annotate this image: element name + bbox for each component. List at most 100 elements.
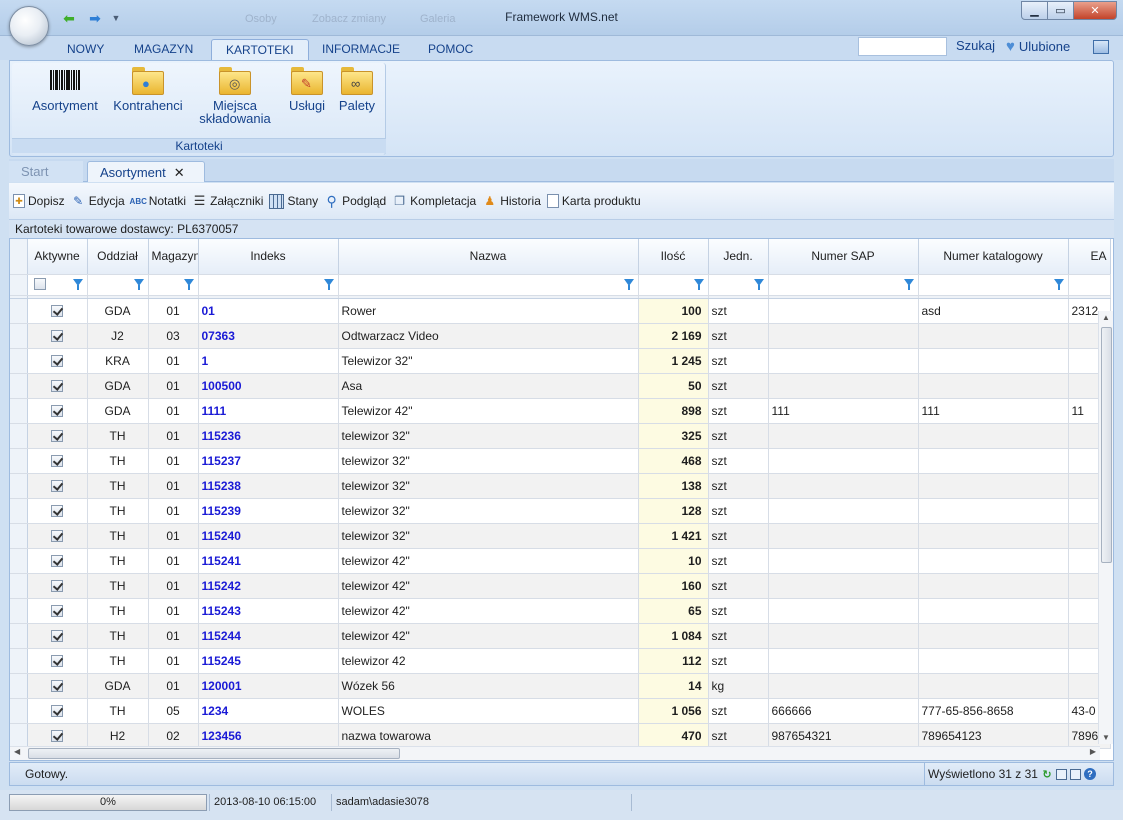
close-button[interactable]: ✕ [1073, 1, 1117, 20]
kontrahenci-button[interactable]: ● Kontrahenci [108, 67, 188, 112]
filter-icon[interactable] [623, 278, 634, 290]
row-selector[interactable] [10, 323, 28, 349]
tab-magazyn[interactable]: MAGAZYN [120, 39, 207, 60]
row-selector[interactable] [10, 598, 28, 624]
col-header-indeks[interactable]: Indeks [198, 239, 339, 275]
table-row[interactable]: GDA 01 120001 Wózek 56 14 kg [10, 673, 1111, 699]
active-cell[interactable] [27, 348, 88, 374]
row-selector[interactable] [10, 723, 28, 749]
active-cell[interactable] [27, 298, 88, 324]
filter-jedn[interactable] [708, 274, 769, 296]
index-cell[interactable]: 115239 [198, 498, 339, 524]
index-cell[interactable]: 115241 [198, 548, 339, 574]
zalaczniki-button[interactable]: ☰ Załączniki [192, 193, 264, 209]
row-selector[interactable] [10, 648, 28, 674]
table-row[interactable]: TH 01 115240 telewizor 32" 1 421 szt [10, 523, 1111, 549]
row-selector[interactable] [10, 698, 28, 724]
horizontal-scroll-thumb[interactable] [28, 748, 400, 759]
table-row[interactable]: TH 05 1234 WOLES 1 056 szt 666666 777-65… [10, 698, 1111, 724]
podglad-button[interactable]: ⚲ Podgląd [324, 193, 386, 209]
tab-start[interactable]: Start [9, 161, 83, 182]
active-checkbox[interactable] [51, 355, 63, 368]
active-cell[interactable] [27, 473, 88, 499]
notatki-button[interactable]: ABC Notatki [130, 194, 187, 209]
filter-nazwa[interactable] [338, 274, 639, 296]
active-checkbox[interactable] [51, 430, 63, 443]
filter-icon[interactable] [72, 278, 83, 290]
row-selector[interactable] [10, 573, 28, 599]
table-row[interactable]: GDA 01 100500 Asa 50 szt [10, 373, 1111, 399]
table-row[interactable]: GDA 01 01 Rower 100 szt asd 2312 [10, 298, 1111, 324]
col-header-magazyn[interactable]: Magazyn [148, 239, 199, 275]
kompletacja-button[interactable]: ❐ Kompletacja [392, 194, 476, 209]
miejsca-skladowania-button[interactable]: ◎ Miejsca składowania [192, 67, 278, 125]
table-row[interactable]: TH 01 115237 telewizor 32" 468 szt [10, 448, 1111, 474]
table-row[interactable]: GDA 01 1111 Telewizor 42" 898 szt 111 11… [10, 398, 1111, 424]
active-cell[interactable] [27, 623, 88, 649]
active-checkbox[interactable] [51, 705, 63, 718]
refresh-icon[interactable]: ↻ [1041, 768, 1053, 781]
active-checkbox[interactable] [51, 530, 63, 543]
index-cell[interactable]: 115240 [198, 523, 339, 549]
index-cell[interactable]: 115238 [198, 473, 339, 499]
active-cell[interactable] [27, 323, 88, 349]
search-button[interactable]: Szukaj [956, 38, 995, 53]
tab-nowy[interactable]: NOWY [53, 39, 118, 60]
col-header-nazwa[interactable]: Nazwa [338, 239, 639, 275]
table-row[interactable]: KRA 01 1 Telewizor 32" 1 245 szt [10, 348, 1111, 374]
col-header-numer-katalogowy[interactable]: Numer katalogowy [918, 239, 1069, 275]
filter-ean[interactable] [1068, 274, 1111, 296]
minimize-button[interactable]: ▁ [1021, 1, 1048, 20]
uslugi-button[interactable]: ✎ Usługi [284, 67, 330, 112]
table-row[interactable]: TH 01 115241 telewizor 42" 10 szt [10, 548, 1111, 574]
active-cell[interactable] [27, 573, 88, 599]
filter-aktywne[interactable] [27, 274, 88, 296]
row-selector[interactable] [10, 298, 28, 324]
tab-kartoteki[interactable]: KARTOTEKI [211, 39, 309, 60]
filter-icon[interactable] [903, 278, 914, 290]
filter-oddzial[interactable] [87, 274, 149, 296]
active-cell[interactable] [27, 598, 88, 624]
print-icon[interactable] [1069, 768, 1081, 780]
col-header-ilosc[interactable]: Ilość [638, 239, 709, 275]
index-cell[interactable]: 123456 [198, 723, 339, 749]
dopisz-button[interactable]: ✚ Dopisz [13, 194, 65, 208]
filter-ilosc[interactable] [638, 274, 709, 296]
window-layout-icon[interactable] [1093, 40, 1109, 54]
index-cell[interactable]: 100500 [198, 373, 339, 399]
search-input[interactable] [858, 37, 947, 56]
index-cell[interactable]: 07363 [198, 323, 339, 349]
scroll-right-icon[interactable]: ▶ [1090, 747, 1096, 756]
index-cell[interactable]: 115243 [198, 598, 339, 624]
index-cell[interactable]: 115245 [198, 648, 339, 674]
row-selector[interactable] [10, 373, 28, 399]
row-selector[interactable] [10, 348, 28, 374]
active-checkbox[interactable] [51, 480, 63, 493]
filter-checkbox[interactable] [33, 277, 46, 290]
active-checkbox[interactable] [51, 380, 63, 393]
index-cell[interactable]: 1111 [198, 398, 339, 424]
active-checkbox[interactable] [51, 305, 63, 318]
active-checkbox[interactable] [51, 330, 63, 343]
active-cell[interactable] [27, 448, 88, 474]
table-row[interactable]: H2 02 123456 nazwa towarowa 470 szt 9876… [10, 723, 1111, 749]
tab-asortyment[interactable]: Asortyment ✕ [87, 161, 205, 182]
row-selector[interactable] [10, 673, 28, 699]
row-selector[interactable] [10, 423, 28, 449]
favorites-button[interactable]: ♥ Ulubione [1006, 38, 1070, 55]
col-header-aktywne[interactable]: Aktywne [27, 239, 88, 275]
active-checkbox[interactable] [51, 505, 63, 518]
index-cell[interactable]: 115244 [198, 623, 339, 649]
filter-icon[interactable] [133, 278, 144, 290]
karta-produktu-button[interactable]: Karta produktu [546, 194, 641, 208]
help-icon[interactable]: ? [1083, 768, 1096, 780]
index-cell[interactable]: 115236 [198, 423, 339, 449]
scroll-down-icon[interactable]: ▼ [1102, 733, 1110, 742]
index-cell[interactable]: 115242 [198, 573, 339, 599]
row-selector[interactable] [10, 548, 28, 574]
export-icon[interactable] [1055, 768, 1067, 780]
tab-pomoc[interactable]: POMOC [414, 39, 487, 60]
tab-informacje[interactable]: INFORMACJE [308, 39, 414, 60]
filter-icon[interactable] [1053, 278, 1064, 290]
edycja-button[interactable]: ✎ Edycja [71, 194, 125, 209]
